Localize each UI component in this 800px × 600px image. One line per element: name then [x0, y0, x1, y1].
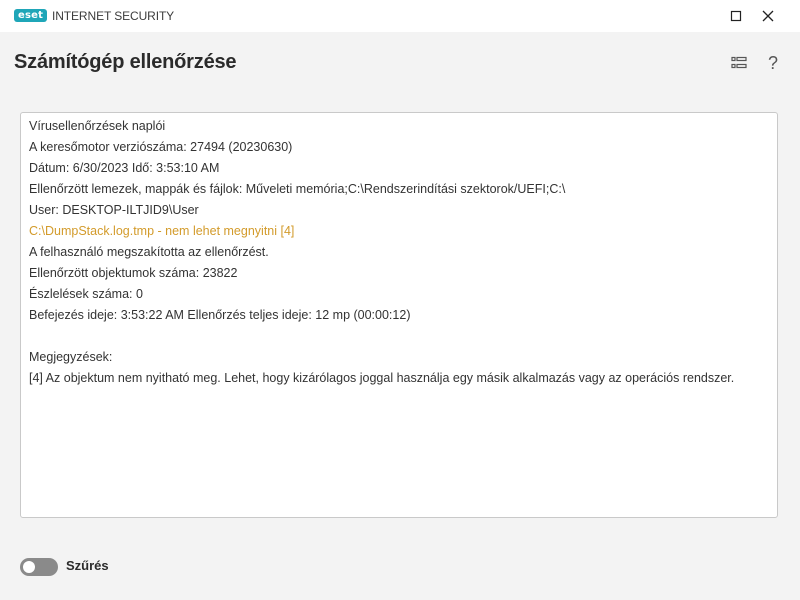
help-icon: ? [767, 52, 778, 73]
log-line: User: DESKTOP-ILTJID9\User [29, 203, 199, 217]
close-icon [762, 10, 774, 22]
page-header: Számítógép ellenőrzése ? [0, 32, 800, 100]
log-line: [4] Az objektum nem nyitható meg. Lehet,… [29, 371, 735, 385]
filter-label: Szűrés [66, 558, 109, 573]
log-line: A keresőmotor verziószáma: 27494 (202306… [29, 140, 293, 154]
maximize-button[interactable] [720, 0, 752, 32]
list-view-icon [731, 56, 747, 69]
eset-logo: eset [14, 9, 48, 22]
log-line-warning: C:\DumpStack.log.tmp - nem lehet megnyit… [29, 224, 295, 238]
log-line: Vírusellenőrzések naplói [29, 119, 166, 133]
log-line: Észlelések száma: 0 [29, 287, 143, 301]
log-line-blank [29, 326, 769, 347]
product-name: INTERNET SECURITY [52, 9, 175, 23]
log-line: Ellenőrzött lemezek, mappák és fájlok: M… [29, 182, 566, 196]
scan-log-panel[interactable]: Vírusellenőrzések naplói A keresőmotor ve… [20, 112, 778, 518]
log-line: Befejezés ideje: 3:53:22 AM Ellenőrzés t… [29, 308, 411, 322]
log-line: Dátum: 6/30/2023 Idő: 3:53:10 AM [29, 161, 220, 175]
title-bar: eset INTERNET SECURITY [0, 0, 800, 32]
page-title: Számítógép ellenőrzése [14, 51, 237, 73]
close-button[interactable] [752, 0, 784, 32]
maximize-icon [730, 10, 742, 22]
help-button[interactable]: ? [760, 51, 786, 75]
log-line: Megjegyzések: [29, 350, 113, 364]
log-line: Ellenőrzött objektumok száma: 23822 [29, 266, 238, 280]
toggle-knob [23, 561, 35, 573]
list-view-button[interactable] [726, 51, 752, 75]
log-line: A felhasználó megszakította az ellenőrzé… [29, 245, 269, 259]
filter-toggle[interactable] [20, 558, 58, 576]
